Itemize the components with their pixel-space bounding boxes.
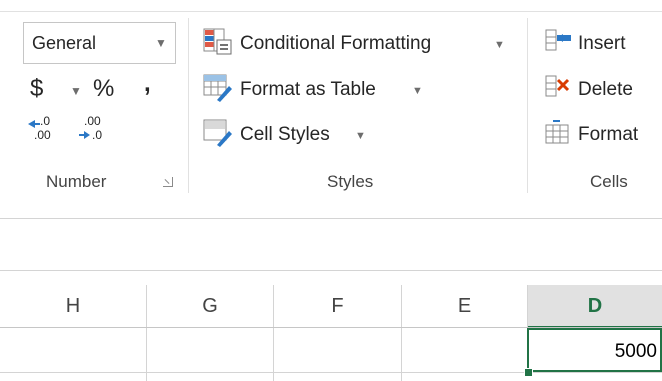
delete-cells-icon [543, 74, 573, 102]
cell-g[interactable] [147, 328, 273, 372]
number-dialog-launcher-icon[interactable] [163, 177, 173, 187]
format-as-table-dropdown-icon[interactable]: ▼ [412, 85, 423, 97]
column-header-g[interactable]: G [147, 285, 273, 327]
format-as-table-icon [203, 74, 233, 102]
insert-cells-icon [543, 28, 573, 56]
accounting-format-button[interactable]: $ [30, 75, 43, 103]
conditional-formatting-dropdown-icon[interactable]: ▼ [494, 39, 505, 51]
ribbon-top-border [0, 11, 662, 12]
cell-styles-button[interactable]: Cell Styles [240, 124, 330, 146]
increase-decimal-button[interactable]: .0 .00 [26, 114, 60, 148]
column-header-d[interactable]: D [528, 285, 662, 328]
active-cell-value: 5000 [614, 341, 657, 362]
cell-styles-dropdown-icon[interactable]: ▼ [355, 130, 366, 142]
column-header-e[interactable]: E [402, 285, 527, 327]
format-button[interactable]: Format [578, 124, 638, 146]
fill-handle[interactable] [524, 368, 533, 377]
cell-styles-icon [203, 119, 233, 147]
chevron-down-icon[interactable]: ▼ [155, 36, 167, 50]
number-format-value: General [32, 33, 97, 53]
accounting-format-dropdown-icon[interactable]: ▼ [70, 84, 82, 98]
cell-f[interactable] [274, 328, 401, 372]
decrease-decimal-button[interactable]: .00 .0 [78, 114, 112, 148]
ribbon-bottom-border [0, 218, 662, 219]
percent-style-button[interactable]: % [93, 75, 114, 103]
cell-h[interactable] [0, 328, 146, 372]
format-as-table-button[interactable]: Format as Table [240, 79, 376, 101]
decrease-decimal-icon [79, 131, 90, 139]
insert-button[interactable]: Insert [578, 33, 626, 55]
styles-group-label: Styles [327, 172, 374, 191]
decrease-decimal-bottom: .0 [92, 128, 103, 142]
formula-bar-border [0, 270, 662, 271]
conditional-formatting-icon [203, 28, 233, 56]
delete-button[interactable]: Delete [578, 79, 633, 101]
comma-style-button[interactable]: , [144, 70, 151, 98]
cell-e[interactable] [402, 328, 527, 372]
format-cells-icon [543, 119, 573, 147]
column-header-f[interactable]: F [274, 285, 401, 327]
group-separator [188, 18, 189, 193]
group-separator [527, 18, 528, 193]
increase-decimal-bottom: .00 [34, 128, 51, 142]
row-gridline [0, 372, 662, 373]
conditional-formatting-button[interactable]: Conditional Formatting [240, 33, 431, 55]
column-header-h[interactable]: H [0, 285, 146, 327]
decrease-decimal-top: .00 [84, 114, 101, 128]
cells-group-label: Cells [590, 172, 628, 191]
number-group-label: Number [46, 172, 107, 191]
increase-decimal-top: .0 [40, 114, 51, 128]
